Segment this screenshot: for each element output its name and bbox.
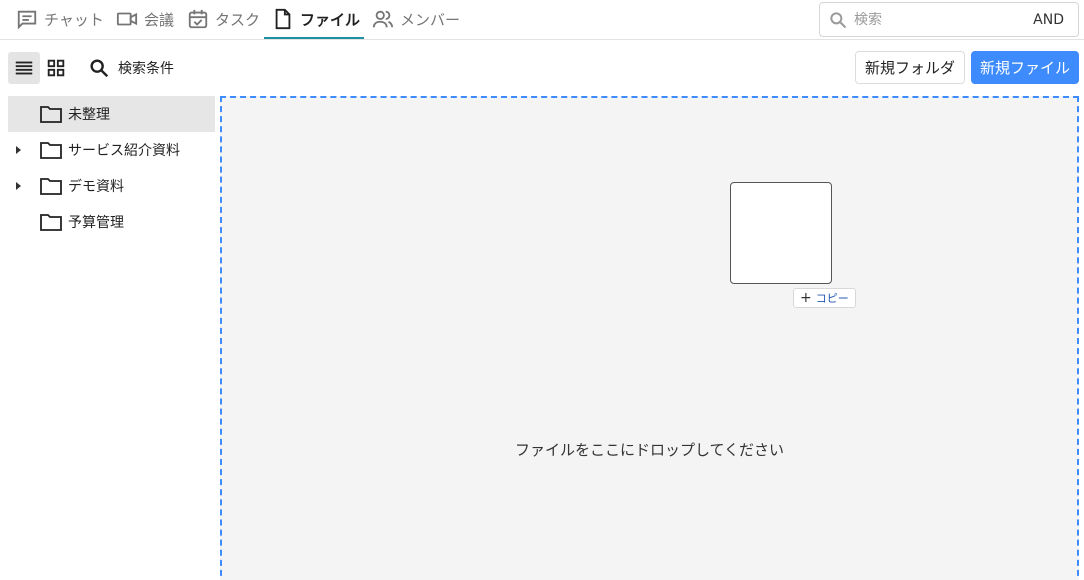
tab-file[interactable]: ファイル xyxy=(272,0,360,38)
tab-meeting[interactable]: 会議 xyxy=(116,0,174,38)
folder-icon xyxy=(40,105,62,123)
copy-badge: + コピー xyxy=(793,288,856,308)
folder-label: 予算管理 xyxy=(68,215,124,231)
new-file-button[interactable]: 新規ファイル xyxy=(971,51,1079,84)
list-icon xyxy=(15,61,33,75)
folder-icon xyxy=(40,141,62,159)
tab-label: メンバー xyxy=(400,10,461,29)
chat-icon xyxy=(17,10,37,30)
list-view-button[interactable] xyxy=(8,52,40,84)
drop-message: ファイルをここにドロップしてください xyxy=(514,441,785,459)
active-tab-indicator xyxy=(264,37,364,39)
tab-label: タスク xyxy=(215,10,261,29)
search-icon xyxy=(830,11,847,28)
folder-label: 未整理 xyxy=(68,107,110,123)
folder-tree: 未整理 サービス紹介資料 デモ資料 予算管理 xyxy=(0,96,215,580)
tab-label: ファイル xyxy=(300,10,361,29)
search-icon xyxy=(90,59,109,78)
grid-icon xyxy=(47,59,65,77)
expand-caret-icon[interactable] xyxy=(16,146,21,154)
copy-label: コピー xyxy=(815,292,849,305)
new-folder-button[interactable]: 新規フォルダ xyxy=(855,51,965,84)
search-input[interactable] xyxy=(854,11,1024,28)
search-box[interactable]: AND xyxy=(819,2,1079,37)
search-mode-toggle[interactable]: AND xyxy=(1033,12,1064,28)
folder-item-unsorted[interactable]: 未整理 xyxy=(8,96,215,132)
tab-chat[interactable]: チャット xyxy=(16,0,104,38)
drag-preview xyxy=(730,182,832,284)
folder-item-budget[interactable]: 予算管理 xyxy=(8,204,215,240)
folder-label: デモ資料 xyxy=(68,179,124,195)
file-icon xyxy=(275,8,291,30)
plus-icon: + xyxy=(800,290,812,306)
tab-label: 会議 xyxy=(144,10,175,29)
grid-view-button[interactable] xyxy=(40,52,72,84)
task-icon xyxy=(188,9,208,29)
tab-members[interactable]: メンバー xyxy=(372,0,460,38)
folder-label: サービス紹介資料 xyxy=(68,143,180,159)
tab-label: チャット xyxy=(44,10,104,29)
file-drop-zone[interactable]: + コピー ファイルをここにドロップしてください xyxy=(220,96,1079,580)
search-filter-button[interactable]: 検索条件 xyxy=(88,54,174,82)
search-filter-label: 検索条件 xyxy=(118,61,174,77)
folder-item-demo[interactable]: デモ資料 xyxy=(8,168,215,204)
video-icon xyxy=(116,12,138,26)
top-tab-bar: チャット 会議 タスク ファイル メンバー AND xyxy=(0,0,1084,40)
folder-item-service-intro[interactable]: サービス紹介資料 xyxy=(8,132,215,168)
folder-icon xyxy=(40,213,62,231)
expand-caret-icon[interactable] xyxy=(16,182,21,190)
members-icon xyxy=(372,10,394,28)
folder-icon xyxy=(40,177,62,195)
tab-task[interactable]: タスク xyxy=(187,0,260,38)
